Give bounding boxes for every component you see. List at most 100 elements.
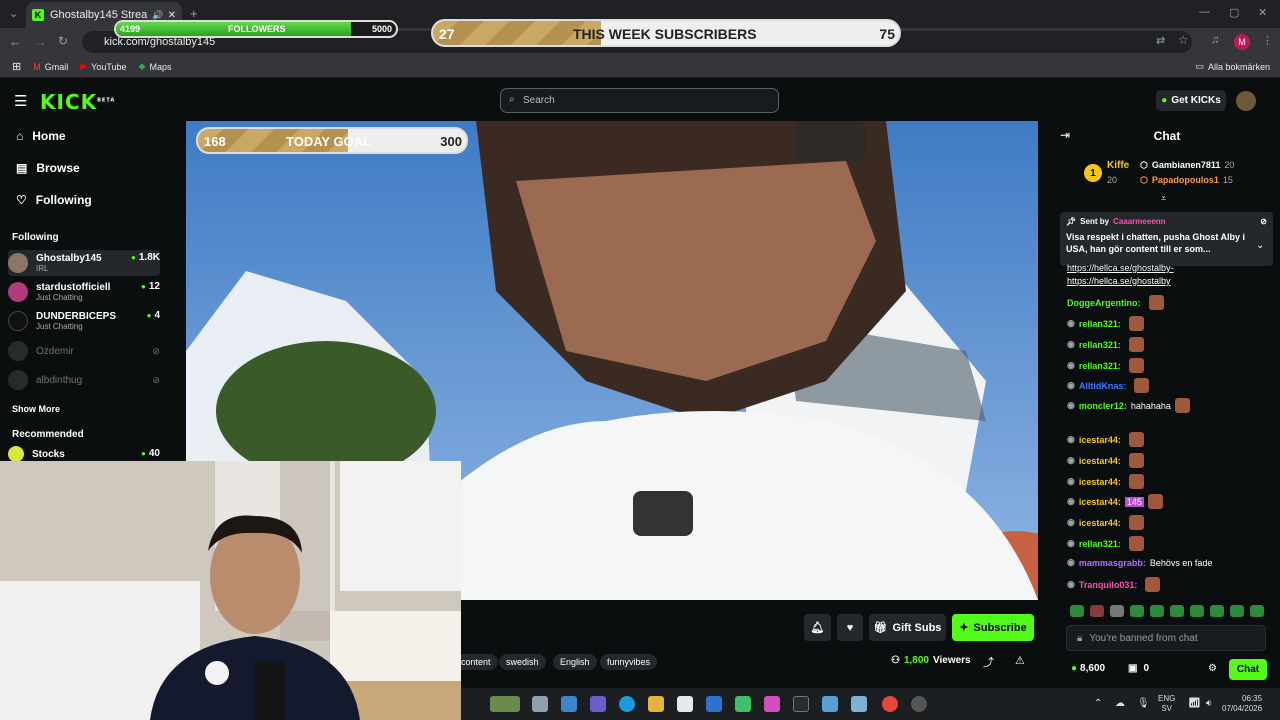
taskbar-app-icon[interactable] (764, 696, 780, 712)
chat-username[interactable]: AlltidKnas: (1079, 381, 1127, 391)
language-indicator[interactable]: ENG SV (1158, 694, 1175, 714)
chat-username[interactable]: icestar44: (1079, 477, 1121, 487)
bookmark-gmail[interactable]: M Gmail (33, 62, 68, 72)
taskbar-app-icon[interactable] (561, 696, 577, 712)
emote-icon[interactable] (1070, 605, 1084, 617)
taskbar-app-icon[interactable] (851, 696, 867, 712)
send-chat-button[interactable]: Chat (1229, 659, 1267, 680)
nav-following[interactable]: ♡ Following (16, 193, 92, 207)
chat-username[interactable]: rellan321: (1079, 340, 1121, 350)
chat-input-banned[interactable]: 🔒︎ You're banned from chat (1066, 625, 1266, 651)
following-channel[interactable]: DUNDERBICEPSJust Chatting 4 (8, 308, 160, 334)
get-kicks-button[interactable]: ● Get KICKs (1156, 90, 1226, 111)
subs-balance[interactable]: ▣ 0 (1128, 663, 1149, 674)
chat-username[interactable]: icestar44: (1079, 518, 1121, 528)
chevron-down-icon[interactable]: ⌄ (1256, 240, 1264, 251)
emote-icon[interactable] (1250, 605, 1264, 617)
volume-icon[interactable]: 🔉︎ (1206, 698, 1212, 709)
follow-button[interactable]: ♥ (837, 614, 863, 641)
clock[interactable]: 06:35 07/04/2026 (1222, 694, 1262, 714)
obs-icon[interactable] (911, 696, 927, 712)
search-input[interactable]: ⌕ Search (500, 88, 779, 113)
chat-username[interactable]: mammasgrabb: (1079, 558, 1146, 568)
user-avatar[interactable] (1236, 91, 1256, 111)
chat-username[interactable]: icestar44: (1079, 456, 1121, 466)
tray-chevron-icon[interactable]: ⌃ (1094, 698, 1102, 709)
nav-browse[interactable]: ▤ Browse (16, 161, 80, 175)
bookmark-star-icon[interactable]: ☆ (1178, 33, 1189, 47)
chat-username[interactable]: DoggeArgentino: (1067, 298, 1141, 308)
translate-icon[interactable]: ⇄ (1156, 34, 1165, 47)
chat-link[interactable]: https://hellca.se/ghostalby (1067, 276, 1171, 286)
stream-tag[interactable]: funnyvibes (600, 654, 658, 670)
chat-settings-icon[interactable]: ⚙ (1208, 663, 1217, 674)
back-button[interactable]: ← (9, 34, 22, 49)
audio-icon[interactable]: 🔊 (152, 10, 163, 21)
microphone-icon[interactable]: 🎙︎ (1137, 698, 1150, 709)
leader-second[interactable]: ⬡ Gambianen7811 20 (1140, 160, 1234, 171)
chat-username[interactable]: rellan321: (1079, 539, 1121, 549)
folder-icon[interactable] (648, 696, 664, 712)
report-icon[interactable]: ⚠ (1015, 654, 1025, 667)
browser-menu-icon[interactable]: ⋮ (1262, 34, 1273, 47)
profile-avatar[interactable]: M (1234, 34, 1250, 50)
emote-icon[interactable] (1190, 605, 1204, 617)
new-tab-button[interactable]: + (190, 6, 198, 21)
bookmark-youtube[interactable]: ▶ YouTube (80, 61, 126, 72)
wifi-icon[interactable]: 📶︎ (1188, 698, 1201, 709)
chat-username[interactable]: Tranquilo031: (1079, 580, 1138, 590)
recommended-channel[interactable]: Stocks 40 (8, 446, 160, 462)
hamburger-menu-icon[interactable]: ☰ (14, 92, 27, 110)
chat-username[interactable]: icestar44: (1079, 497, 1121, 507)
following-channel[interactable]: Ghostalby145IRL 1.8K (8, 250, 160, 276)
gift-subs-button[interactable]: 🎁︎ Gift Subs (869, 614, 946, 641)
bookmark-maps[interactable]: ◆ Maps (139, 61, 172, 72)
emote-icon[interactable] (1130, 605, 1144, 617)
following-channel[interactable]: stardustofficiellJust Chatting 12 (8, 279, 160, 305)
taskbar-app-icon[interactable] (822, 696, 838, 712)
stream-tag[interactable]: swedish (499, 654, 546, 670)
reload-button[interactable]: ↻ (58, 34, 68, 48)
media-control-icon[interactable]: ♫ (1211, 34, 1219, 46)
expand-leaderboard-icon[interactable]: ⩡ (1161, 193, 1166, 204)
subscribe-button[interactable]: ✦ Subscribe (952, 614, 1034, 641)
emote-icon[interactable] (1230, 605, 1244, 617)
taskbar-app-icon[interactable] (532, 696, 548, 712)
taskbar-app-icon[interactable] (590, 696, 606, 712)
emote-icon[interactable] (1090, 605, 1104, 617)
mail-icon[interactable] (706, 696, 722, 712)
notifications-button[interactable]: 🔔︎ (804, 614, 831, 641)
tab-close-icon[interactable]: ✕ (168, 10, 176, 21)
taskbar-app-icon[interactable] (735, 696, 751, 712)
share-icon[interactable]: ⤴ (983, 654, 994, 670)
leader-first-name[interactable]: Kiffe (1107, 160, 1129, 171)
emote-icon[interactable] (1210, 605, 1224, 617)
window-close-button[interactable]: ✕ (1258, 6, 1267, 19)
emote-icon[interactable] (1150, 605, 1164, 617)
kicks-balance[interactable]: ● 8,600 (1071, 663, 1105, 674)
chat-username[interactable]: rellan321: (1079, 361, 1121, 371)
all-bookmarks[interactable]: ▭ Alla bokmärken (1195, 61, 1270, 72)
unpin-icon[interactable]: ⊘ (1260, 217, 1267, 226)
edge-icon[interactable] (619, 696, 635, 712)
forward-button[interactable]: → (34, 34, 47, 49)
following-channel-offline[interactable]: albdinthug ⊘ (8, 367, 160, 393)
minimize-button[interactable]: — (1199, 6, 1210, 18)
taskbar-app-icon[interactable] (793, 696, 809, 712)
emote-icon[interactable] (1170, 605, 1184, 617)
kick-logo[interactable]: KICKBETA (40, 90, 115, 114)
maximize-button[interactable]: ▢ (1229, 6, 1239, 19)
taskbar-app-icon[interactable] (677, 696, 693, 712)
chrome-icon[interactable] (882, 696, 898, 712)
pinned-message[interactable]: 📌︎ Sent by Caaarmeeenn ⊘ Visa respekt i … (1060, 212, 1273, 266)
stream-tag[interactable]: content (461, 654, 498, 670)
emote-icon[interactable] (1110, 605, 1124, 617)
chat-username[interactable]: moncler12: (1079, 401, 1127, 411)
tray-app-icon[interactable]: ☁ (1115, 698, 1125, 709)
chat-username[interactable]: rellan321: (1079, 319, 1121, 329)
show-more-link[interactable]: Show More (12, 404, 60, 414)
chat-link[interactable]: https://hellca.se/ghostalby- (1067, 263, 1174, 273)
chat-username[interactable]: icestar44: (1079, 435, 1121, 445)
following-channel-offline[interactable]: Ozdemir ⊘ (8, 338, 160, 364)
leader-third[interactable]: ⬡ Papadopoulos1 15 (1140, 175, 1233, 186)
